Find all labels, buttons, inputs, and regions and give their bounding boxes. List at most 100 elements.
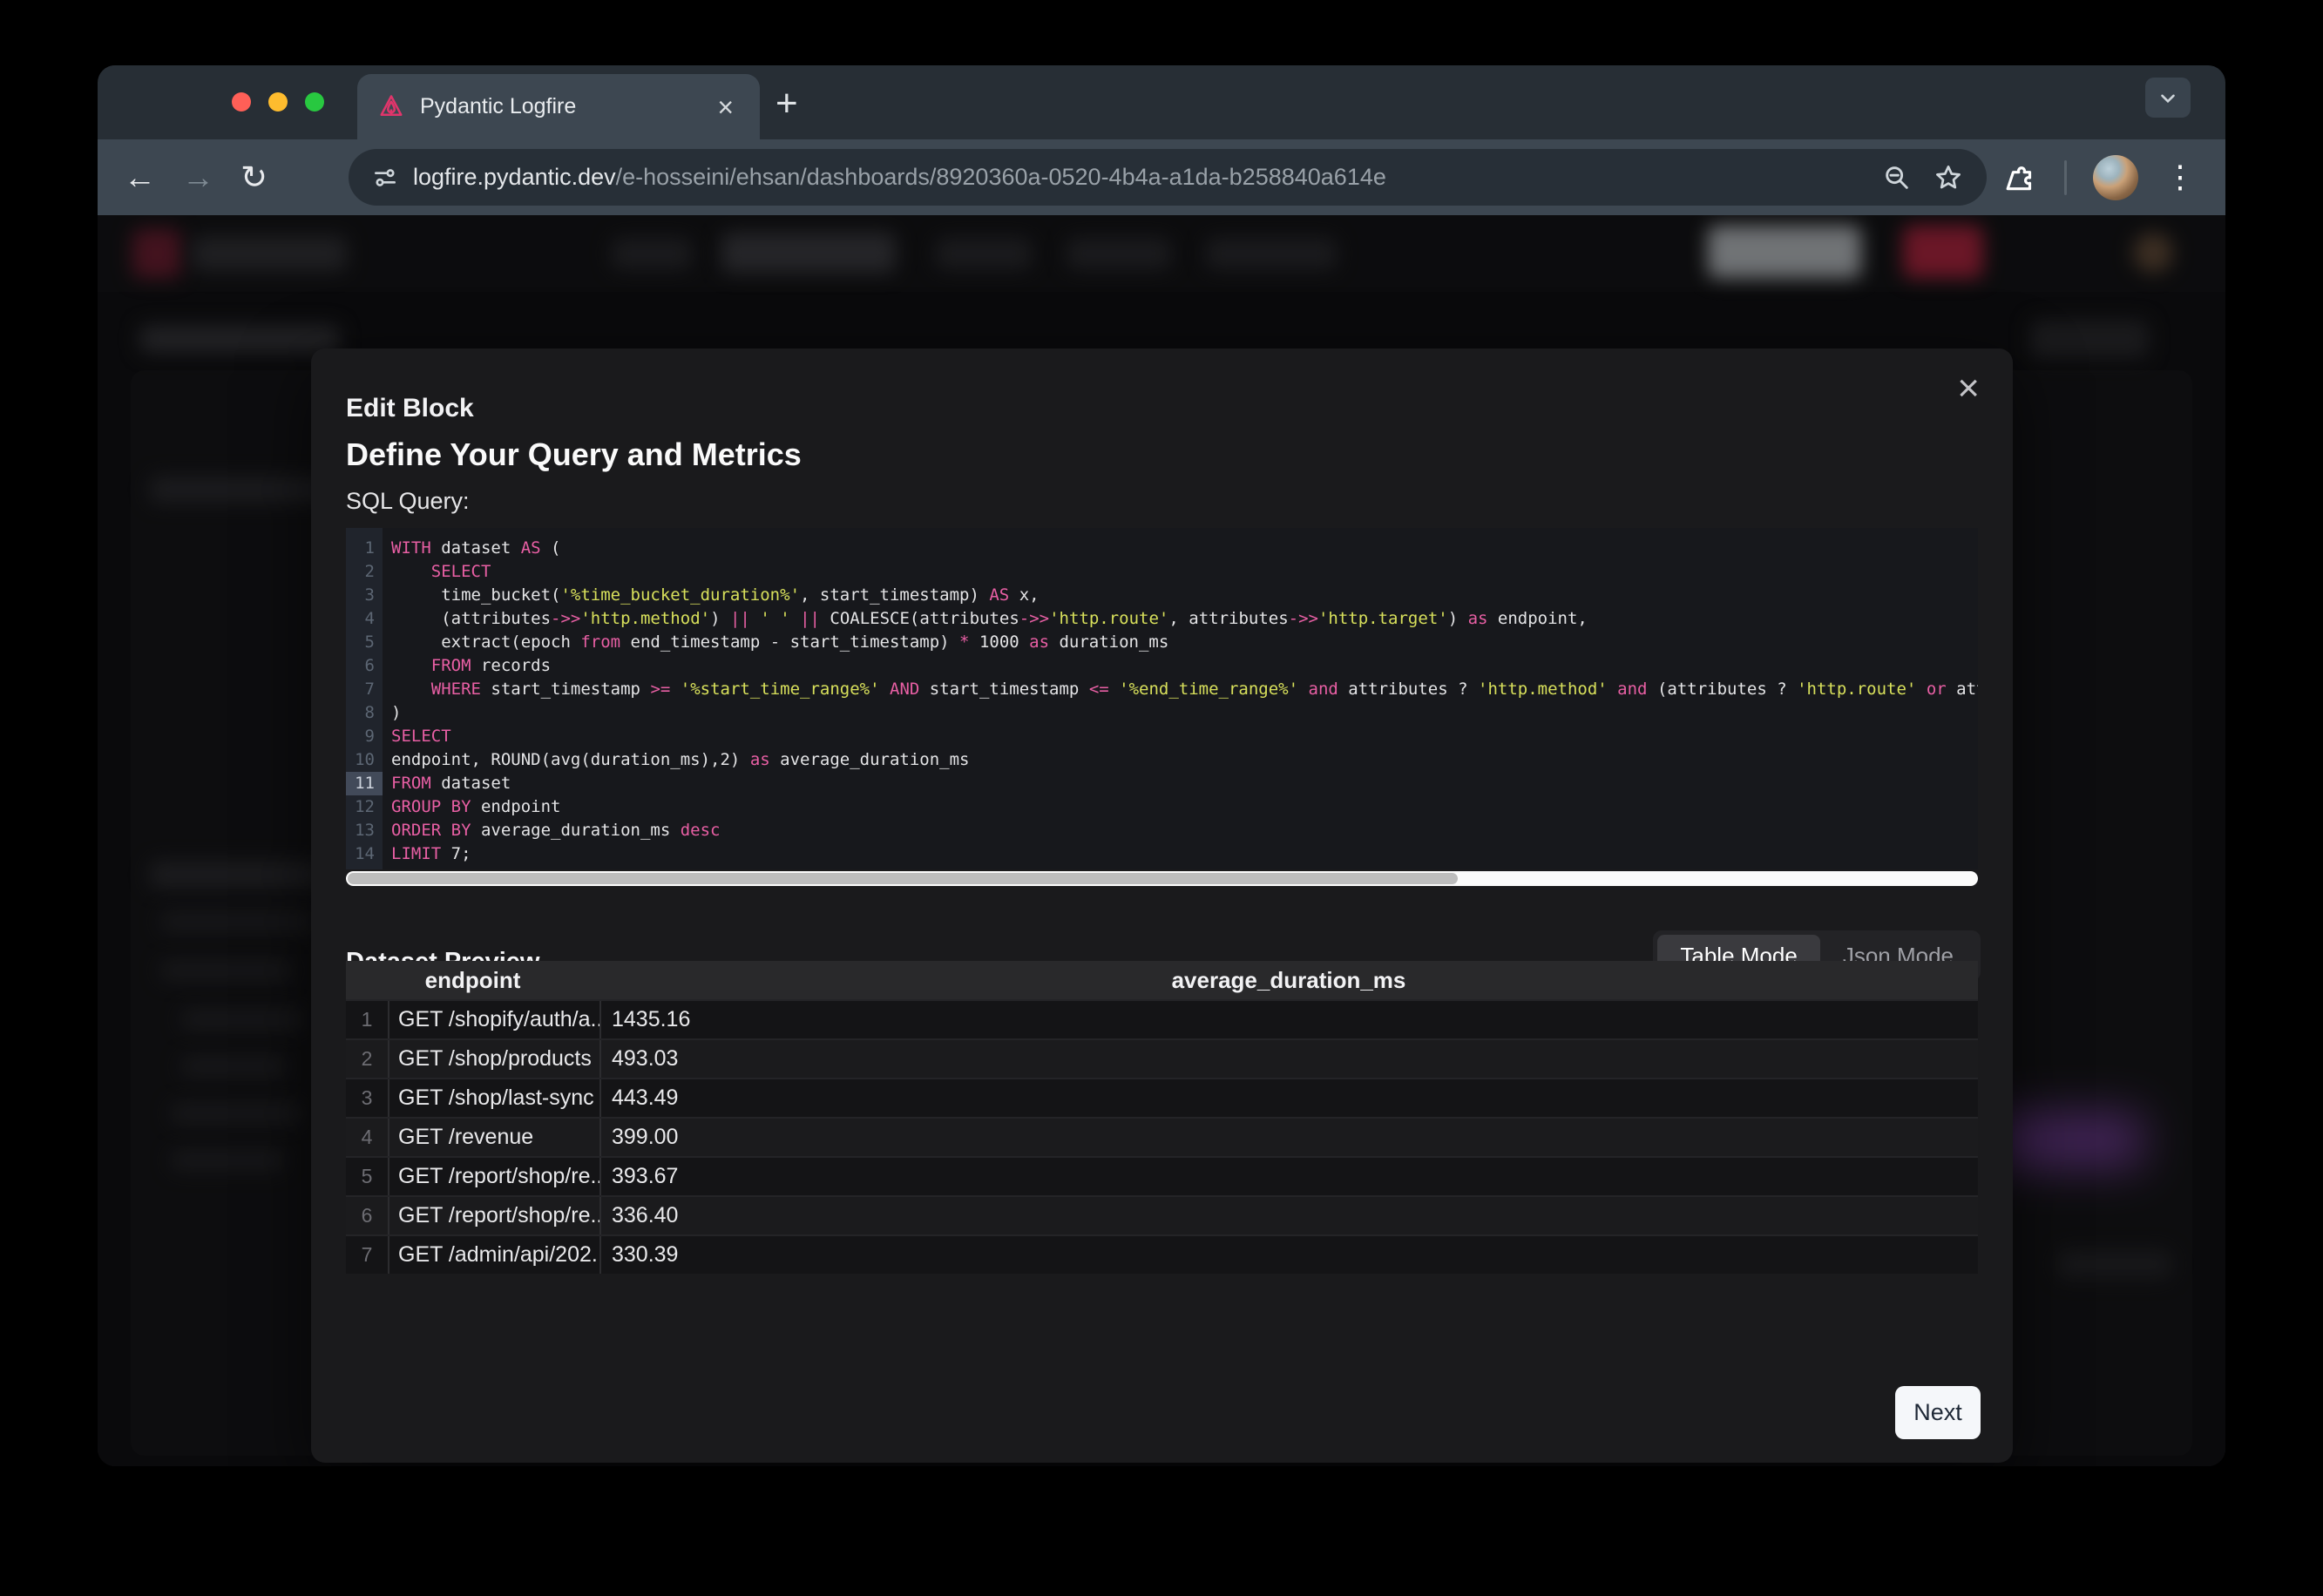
code-lines: WITH dataset AS ( SELECT time_bucket('%t… bbox=[383, 528, 1978, 869]
line-number: 11 bbox=[346, 772, 383, 795]
table-row: 4GET /revenue399.00 bbox=[346, 1117, 1978, 1156]
cell-average-duration: 336.40 bbox=[599, 1197, 1978, 1234]
window-minimize-button[interactable] bbox=[268, 92, 288, 112]
code-line: ) bbox=[391, 701, 1978, 725]
cell-average-duration: 330.39 bbox=[599, 1236, 1978, 1274]
toolbar-right-cluster: ⋮ bbox=[2005, 139, 2225, 215]
code-line: time_bucket('%time_bucket_duration%', st… bbox=[391, 584, 1978, 607]
chevron-down-icon bbox=[2157, 86, 2179, 109]
browser-tab[interactable]: Pydantic Logfire × bbox=[357, 74, 760, 139]
column-header-average-duration: average_duration_ms bbox=[599, 967, 1978, 994]
url-path: /e-hosseini/ehsan/dashboards/8920360a-05… bbox=[616, 164, 1386, 190]
line-number: 1 bbox=[346, 537, 383, 560]
line-number: 13 bbox=[346, 819, 383, 842]
modal-close-icon[interactable]: × bbox=[1950, 362, 1987, 415]
sql-code-editor[interactable]: 1234567891011121314 WITH dataset AS ( SE… bbox=[346, 528, 1978, 869]
site-settings-tune-icon[interactable] bbox=[371, 164, 399, 192]
line-number: 9 bbox=[346, 725, 383, 748]
table-row: 7GET /admin/api/202...330.39 bbox=[346, 1234, 1978, 1274]
code-line: ORDER BY average_duration_ms desc bbox=[391, 819, 1978, 842]
line-number: 7 bbox=[346, 678, 383, 701]
code-line: extract(epoch from end_timestamp - start… bbox=[391, 631, 1978, 654]
edit-block-modal: × Edit Block Define Your Query and Metri… bbox=[311, 348, 2013, 1463]
back-button[interactable]: ← bbox=[124, 161, 156, 193]
tab-close-icon[interactable]: × bbox=[712, 93, 739, 121]
browser-tab-strip: Pydantic Logfire × + bbox=[98, 65, 2225, 139]
preview-table-header: endpoint average_duration_ms bbox=[346, 961, 1978, 999]
code-line: WITH dataset AS ( bbox=[391, 537, 1978, 560]
modal-title: Edit Block bbox=[346, 394, 474, 423]
menu-kebab-icon[interactable]: ⋮ bbox=[2164, 165, 2196, 190]
line-number: 12 bbox=[346, 795, 383, 819]
logfire-page: × Edit Block Define Your Query and Metri… bbox=[98, 215, 2225, 1466]
extensions-puzzle-icon[interactable] bbox=[2005, 161, 2038, 194]
row-number: 2 bbox=[346, 1047, 388, 1071]
row-number: 3 bbox=[346, 1086, 388, 1110]
tab-title: Pydantic Logfire bbox=[420, 94, 696, 119]
line-number: 3 bbox=[346, 584, 383, 607]
logfire-favicon-icon bbox=[378, 94, 404, 120]
table-row: 3GET /shop/last-sync443.49 bbox=[346, 1078, 1978, 1117]
row-number: 1 bbox=[346, 1008, 388, 1031]
cell-endpoint: GET /admin/api/202... bbox=[388, 1236, 599, 1274]
line-number: 14 bbox=[346, 842, 383, 866]
code-line: FROM dataset bbox=[391, 772, 1978, 795]
code-line: endpoint, ROUND(avg(duration_ms),2) as a… bbox=[391, 748, 1978, 772]
cell-endpoint: GET /report/shop/re... bbox=[388, 1197, 599, 1234]
cell-endpoint: GET /report/shop/re... bbox=[388, 1158, 599, 1195]
line-number: 2 bbox=[346, 560, 383, 584]
editor-horizontal-scrollbar[interactable] bbox=[346, 871, 1978, 886]
row-number: 7 bbox=[346, 1243, 388, 1267]
url-domain: logfire.pydantic.dev bbox=[413, 164, 616, 190]
browser-toolbar: ← → ↻ logfire.pydantic.dev/e-hosseini/eh… bbox=[98, 139, 2225, 215]
preview-table-body: 1GET /shopify/auth/a...1435.162GET /shop… bbox=[346, 999, 1978, 1274]
profile-chevron-button[interactable] bbox=[2145, 78, 2191, 118]
line-number: 5 bbox=[346, 631, 383, 654]
row-number: 4 bbox=[346, 1126, 388, 1149]
line-number: 4 bbox=[346, 607, 383, 631]
column-header-endpoint: endpoint bbox=[346, 967, 599, 994]
window-zoom-button[interactable] bbox=[305, 92, 324, 112]
bookmark-star-icon[interactable] bbox=[1933, 162, 1964, 193]
cell-average-duration: 493.03 bbox=[599, 1040, 1978, 1078]
table-row: 6GET /report/shop/re...336.40 bbox=[346, 1195, 1978, 1234]
screenshot-root: Pydantic Logfire × + ← → ↻ bbox=[0, 0, 2323, 1596]
window-close-button[interactable] bbox=[232, 92, 251, 112]
zoom-out-icon[interactable] bbox=[1882, 163, 1912, 193]
cell-endpoint: GET /shop/products bbox=[388, 1040, 599, 1078]
forward-button[interactable]: → bbox=[182, 161, 214, 193]
browser-window: Pydantic Logfire × + ← → ↻ bbox=[98, 65, 2225, 1466]
table-row: 2GET /shop/products493.03 bbox=[346, 1038, 1978, 1078]
code-line: LIMIT 7; bbox=[391, 842, 1978, 866]
row-number: 6 bbox=[346, 1204, 388, 1227]
code-line: SELECT bbox=[391, 725, 1978, 748]
code-gutter: 1234567891011121314 bbox=[346, 528, 383, 869]
toolbar-divider bbox=[2064, 160, 2067, 195]
url-text[interactable]: logfire.pydantic.dev/e-hosseini/ehsan/da… bbox=[413, 164, 1861, 191]
line-number: 6 bbox=[346, 654, 383, 678]
code-line: (attributes->>'http.method') || ' ' || C… bbox=[391, 607, 1978, 631]
cell-endpoint: GET /shopify/auth/a... bbox=[388, 1001, 599, 1038]
row-number: 5 bbox=[346, 1165, 388, 1188]
code-line: SELECT bbox=[391, 560, 1978, 584]
scrollbar-thumb[interactable] bbox=[348, 873, 1458, 884]
code-line: WHERE start_timestamp >= '%start_time_ra… bbox=[391, 678, 1978, 701]
profile-avatar[interactable] bbox=[2093, 155, 2138, 200]
code-line: GROUP BY endpoint bbox=[391, 795, 1978, 819]
code-line: FROM records bbox=[391, 654, 1978, 678]
line-number: 8 bbox=[346, 701, 383, 725]
next-button[interactable]: Next bbox=[1895, 1386, 1981, 1439]
cell-endpoint: GET /shop/last-sync bbox=[388, 1079, 599, 1117]
cell-average-duration: 393.67 bbox=[599, 1158, 1978, 1195]
cell-average-duration: 399.00 bbox=[599, 1119, 1978, 1156]
cell-average-duration: 1435.16 bbox=[599, 1001, 1978, 1038]
line-number: 10 bbox=[346, 748, 383, 772]
reload-button[interactable]: ↻ bbox=[240, 161, 268, 193]
modal-subtitle: Define Your Query and Metrics bbox=[346, 436, 802, 473]
table-row: 5GET /report/shop/re...393.67 bbox=[346, 1156, 1978, 1195]
url-bar[interactable]: logfire.pydantic.dev/e-hosseini/ehsan/da… bbox=[349, 149, 1987, 206]
preview-table: endpoint average_duration_ms 1GET /shopi… bbox=[346, 961, 1978, 1274]
new-tab-button[interactable]: + bbox=[775, 85, 798, 123]
cell-endpoint: GET /revenue bbox=[388, 1119, 599, 1156]
sql-query-label: SQL Query: bbox=[346, 488, 470, 515]
